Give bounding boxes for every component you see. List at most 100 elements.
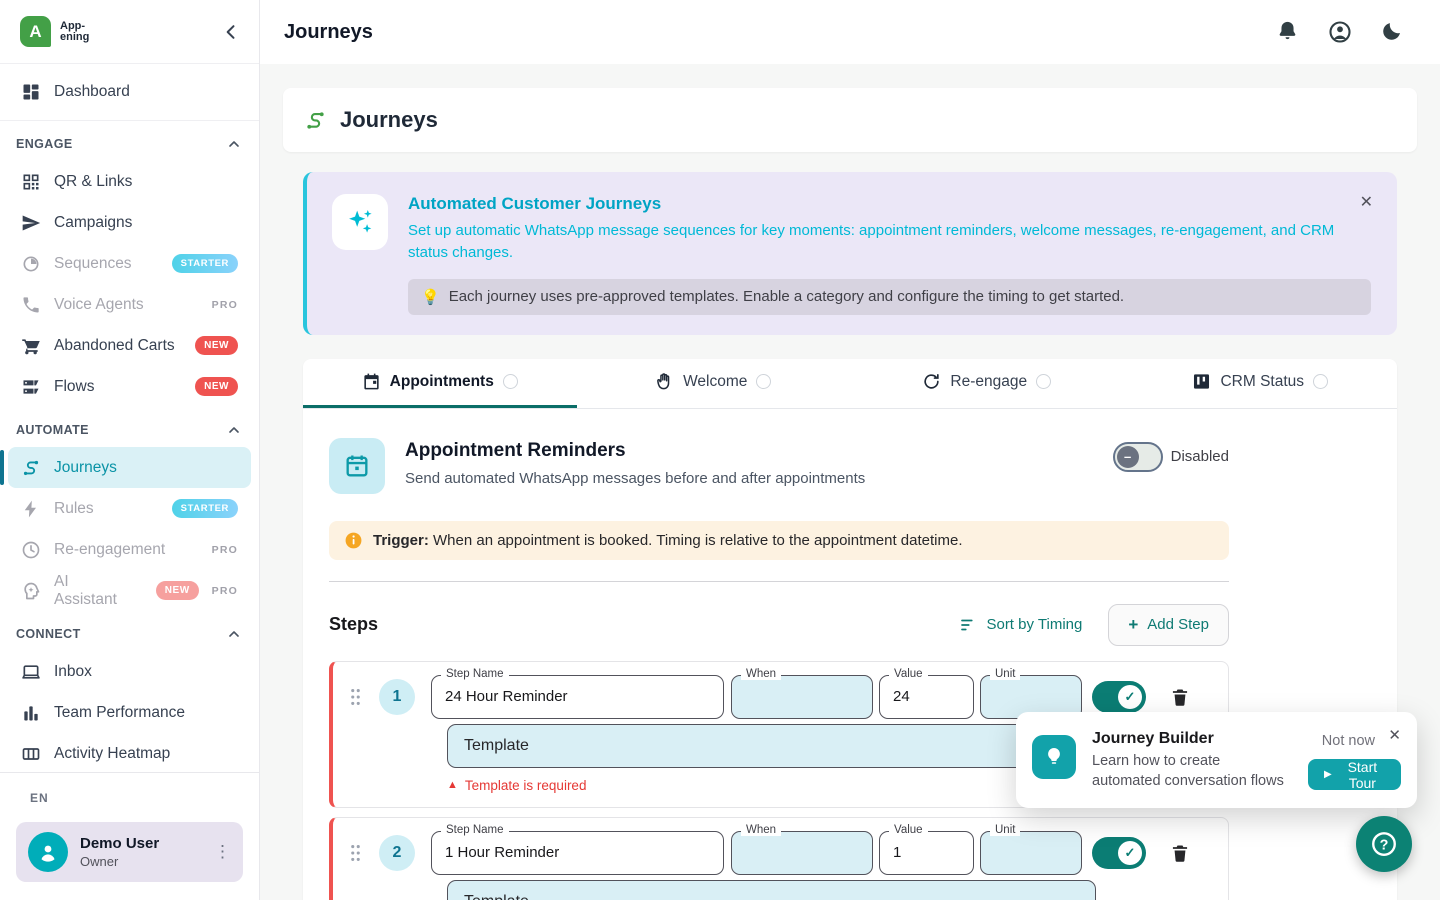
when-select[interactable]: When [731,831,873,875]
tab-status-radio[interactable] [1313,374,1328,389]
sidebar-section-automate[interactable]: AUTOMATE [0,407,259,447]
toggle-thumb: ✓ [1118,685,1142,709]
sidebar-item-label: Journeys [54,459,117,477]
field-label: Value [889,824,928,836]
add-step-button[interactable]: + Add Step [1108,604,1229,646]
calendar-icon [362,372,381,391]
info-icon [344,531,363,550]
sidebar-collapse-button[interactable] [221,22,241,42]
tab-appointments[interactable]: Appointments [303,359,577,408]
account-icon[interactable] [1328,20,1352,44]
topbar: Journeys [260,0,1440,64]
new-badge: NEW [195,336,238,355]
sidebar-item-rules[interactable]: Rules STARTER [8,488,251,529]
step-row-2: 2 Step Name When Value [329,817,1229,900]
when-select[interactable]: When [731,675,873,719]
trigger-description: When an appointment is booked. Timing is… [433,532,962,549]
heatmap-grid-icon [21,744,41,764]
sidebar-item-dashboard[interactable]: Dashboard [8,67,251,117]
sidebar-section-engage[interactable]: ENGAGE [0,121,259,161]
route-icon [21,458,41,478]
step-number: 1 [379,679,415,715]
field-label: When [741,668,781,680]
value-input[interactable] [880,676,973,718]
tab-status-radio[interactable] [503,374,518,389]
field-label: Unit [990,824,1020,836]
delete-step-button[interactable] [1170,687,1190,707]
sidebar-item-label: AI Assistant [54,573,129,609]
sidebar-item-activity-heatmap[interactable]: Activity Heatmap [8,733,251,774]
drag-handle[interactable] [349,686,363,708]
value-field[interactable]: Value [879,675,974,719]
step-name-input[interactable] [432,676,723,718]
step-enabled-toggle[interactable]: ✓ [1092,837,1146,869]
sidebar-item-team-performance[interactable]: Team Performance [8,692,251,733]
lightning-icon [21,499,41,519]
sidebar-item-flows[interactable]: Flows NEW [8,366,251,407]
brand-name-line1: App- [60,21,89,32]
template-select[interactable]: Template [447,724,1096,768]
not-now-button[interactable]: Not now [1322,733,1375,749]
value-input[interactable] [880,832,973,874]
tab-crm-status[interactable]: CRM Status [1124,359,1398,408]
close-icon[interactable]: ✕ [1388,726,1401,744]
notifications-bell-icon[interactable] [1276,20,1300,44]
user-info: Demo User Owner [80,835,159,869]
sidebar-item-sequences[interactable]: Sequences STARTER [8,243,251,284]
unit-select[interactable]: Unit [980,831,1082,875]
kebab-menu-icon[interactable]: ⋮ [214,842,231,862]
close-icon[interactable]: ✕ [1360,192,1373,212]
start-tour-label: Start Tour [1340,759,1385,791]
svg-text:?: ? [1380,837,1389,853]
ai-head-icon [21,581,41,601]
sidebar-item-voice-agents[interactable]: Voice Agents PRO [8,284,251,325]
divider [329,581,1229,582]
step-name-field[interactable]: Step Name [431,675,724,719]
tab-status-radio[interactable] [756,374,771,389]
user-card[interactable]: Demo User Owner ⋮ [16,822,243,882]
step-name-input[interactable] [432,832,723,874]
page-heading-card: Journeys [283,88,1417,152]
sidebar-item-qr-links[interactable]: QR & Links [8,161,251,202]
category-subtitle: Send automated WhatsApp messages before … [405,470,865,487]
tab-status-radio[interactable] [1036,374,1051,389]
sidebar-item-label: Campaigns [54,214,132,232]
tab-welcome[interactable]: Welcome [577,359,851,408]
field-label: Step Name [441,824,509,836]
tour-description: Learn how to create automated conversati… [1092,752,1292,791]
language-label[interactable]: EN [30,791,243,805]
new-badge: NEW [156,581,199,600]
delete-step-button[interactable] [1170,843,1190,863]
pro-tier-label: PRO [212,585,238,597]
value-field[interactable]: Value [879,831,974,875]
start-tour-button[interactable]: ▶ Start Tour [1308,759,1401,790]
sidebar-item-re-engagement[interactable]: Re-engagement PRO [8,529,251,570]
lightbulb-icon [1032,735,1076,779]
sidebar-item-abandoned-carts[interactable]: Abandoned Carts NEW [8,325,251,366]
page-title: Journeys [284,21,373,44]
category-header: Appointment Reminders Send automated Wha… [329,409,1229,494]
toggle-thumb: – [1117,446,1139,468]
sidebar-item-inbox[interactable]: Inbox [8,651,251,692]
step-enabled-toggle[interactable]: ✓ [1092,681,1146,713]
sidebar-section-connect[interactable]: CONNECT [0,611,259,651]
toggle-thumb: ✓ [1118,841,1142,865]
drag-handle[interactable] [349,842,363,864]
sidebar-item-campaigns[interactable]: Campaigns [8,202,251,243]
template-select[interactable]: Template [447,880,1096,900]
step-name-field[interactable]: Step Name [431,831,724,875]
sort-by-timing-button[interactable]: Sort by Timing [959,616,1082,634]
tab-label: CRM Status [1220,373,1304,391]
steps-heading: Steps [329,614,378,635]
sidebar-item-ai-assistant[interactable]: AI Assistant NEW PRO [8,570,251,611]
starter-badge: STARTER [172,254,238,273]
error-text: Template is required [465,778,587,793]
category-enable-toggle[interactable]: – [1113,442,1163,472]
calendar-icon [329,438,385,494]
tab-re-engage[interactable]: Re-engage [850,359,1124,408]
help-button[interactable]: ? [1356,816,1412,872]
dark-mode-moon-icon[interactable] [1380,20,1404,44]
sidebar-item-journeys[interactable]: Journeys [8,447,251,488]
banner-title: Automated Customer Journeys [408,194,1371,214]
phone-icon [21,295,41,315]
